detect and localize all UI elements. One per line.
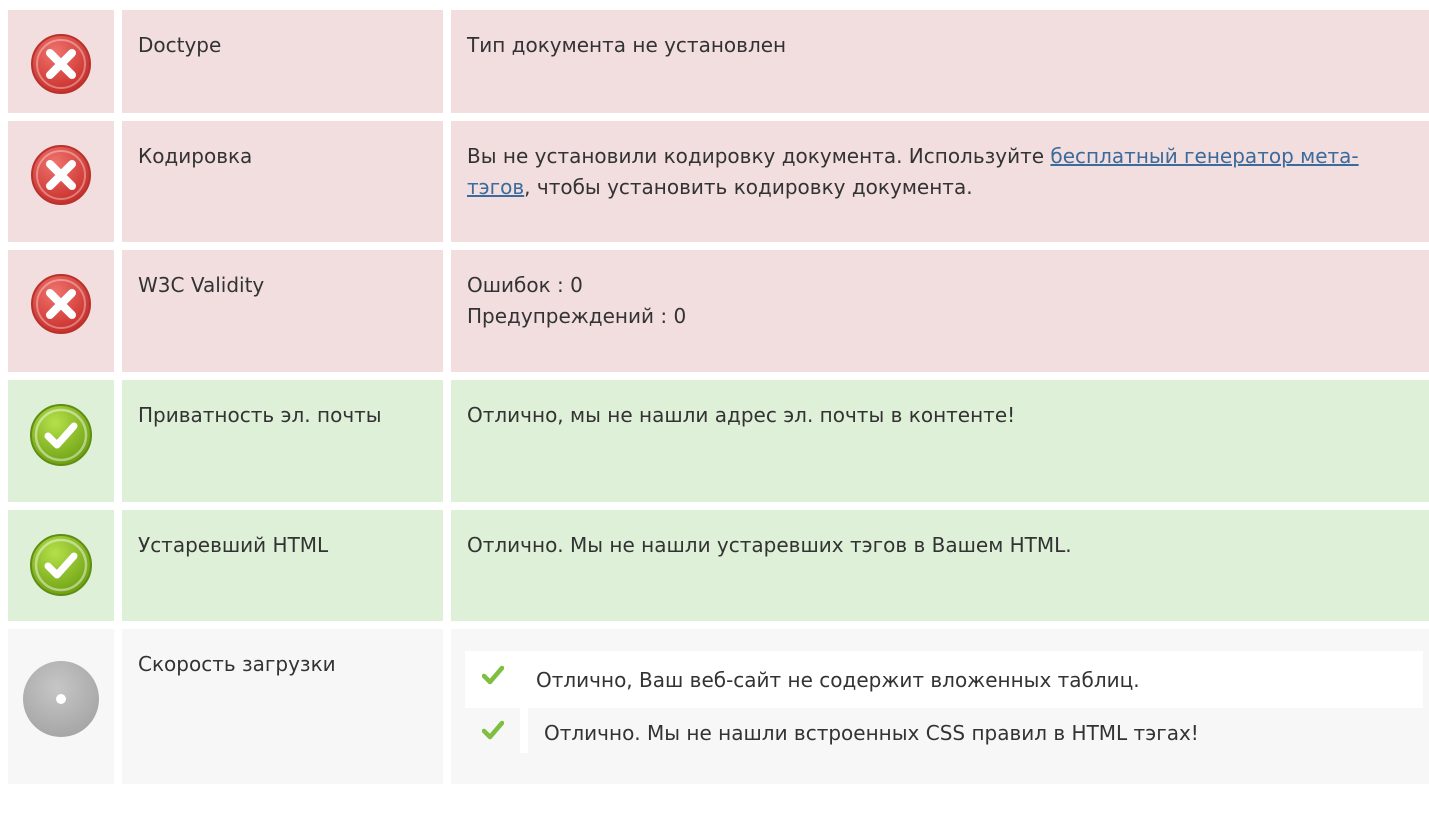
small-check-icon-cell [465,661,520,700]
description-text: Вы не установили кодировку документа. Ис… [467,144,1051,168]
status-icon-cell [8,121,114,242]
list-item: Отлично, Ваш веб-сайт не содержит вложен… [465,661,1423,700]
list-item: Отлично. Мы не нашли встроенных CSS прав… [465,708,1423,753]
analysis-table: Doctype Тип документа не установлен Коди… [8,10,1429,784]
row-description: Отлично, мы не нашли адрес эл. почты в к… [451,380,1429,502]
row-email-privacy: Приватность эл. почты Отлично, мы не наш… [8,380,1429,502]
description-text: , чтобы установить кодировку документа. [524,175,973,199]
status-icon-cell [8,510,114,621]
row-label: W3C Validity [122,250,443,372]
check-circle-icon [30,534,92,596]
error-x-icon [31,145,91,205]
status-icon-cell [8,10,114,113]
row-description: Вы не установили кодировку документа. Ис… [451,121,1429,242]
row-load-speed: Скорость загрузки Отлично, Ваш веб-сайт … [8,629,1429,784]
small-check-icon [481,665,504,685]
row-w3c-validity: W3C Validity Ошибок : 0 Предупреждений :… [8,250,1429,372]
row-label: Скорость загрузки [122,629,443,784]
row-label: Doctype [122,10,443,113]
status-icon-cell [8,629,114,784]
row-label: Устаревший HTML [122,510,443,621]
errors-count: Ошибок : 0 [467,273,583,297]
row-label: Кодировка [122,121,443,242]
row-description: Отлично, Ваш веб-сайт не содержит вложен… [451,629,1429,784]
row-description: Ошибок : 0 Предупреждений : 0 [451,250,1429,372]
speed-checks-list: Отлично, Ваш веб-сайт не содержит вложен… [465,651,1423,753]
row-encoding: Кодировка Вы не установили кодировку док… [8,121,1429,242]
neutral-circle-icon [23,661,99,737]
row-description: Отлично. Мы не нашли устаревших тэгов в … [451,510,1429,621]
small-check-icon [481,720,504,740]
list-item-text: Отлично. Мы не нашли встроенных CSS прав… [528,708,1423,753]
status-icon-cell [8,250,114,372]
error-x-icon [31,34,91,94]
row-label: Приватность эл. почты [122,380,443,502]
warnings-count: Предупреждений : 0 [467,304,687,328]
error-x-icon [31,274,91,334]
small-check-icon-cell [465,708,520,753]
check-circle-icon [30,404,92,466]
list-item-text: Отлично, Ваш веб-сайт не содержит вложен… [536,668,1140,692]
status-icon-cell [8,380,114,502]
row-deprecated-html: Устаревший HTML Отлично. Мы не нашли уст… [8,510,1429,621]
row-description: Тип документа не установлен [451,10,1429,113]
row-doctype: Doctype Тип документа не установлен [8,10,1429,113]
